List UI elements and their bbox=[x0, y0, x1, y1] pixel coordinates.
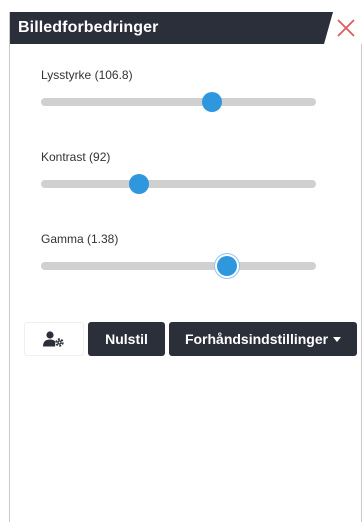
gamma-slider-thumb[interactable] bbox=[216, 256, 237, 276]
brightness-slider[interactable] bbox=[41, 92, 316, 112]
user-gear-icon bbox=[43, 331, 64, 347]
brightness-label: Lysstyrke (106.8) bbox=[41, 68, 133, 82]
close-icon bbox=[337, 19, 355, 37]
panel-header: Billedforbedringer bbox=[10, 12, 362, 44]
contrast-slider-group: Kontrast (92) bbox=[41, 149, 316, 194]
presets-dropdown-button[interactable]: Forhåndsindstillinger bbox=[169, 322, 357, 356]
image-enhancements-panel: Billedforbedringer Lysstyrke (106.8) Kon… bbox=[9, 12, 362, 522]
close-button[interactable] bbox=[324, 12, 362, 44]
contrast-slider[interactable] bbox=[41, 174, 316, 194]
user-settings-button[interactable] bbox=[24, 322, 84, 356]
gamma-slider-group: Gamma (1.38) bbox=[41, 231, 316, 276]
caret-down-icon bbox=[333, 336, 342, 342]
contrast-slider-thumb[interactable] bbox=[128, 174, 149, 194]
reset-button[interactable]: Nulstil bbox=[88, 322, 165, 356]
brightness-slider-thumb[interactable] bbox=[201, 92, 222, 112]
gamma-label: Gamma (1.38) bbox=[41, 232, 119, 246]
brightness-slider-group: Lysstyrke (106.8) bbox=[41, 67, 316, 112]
presets-label: Forhåndsindstillinger bbox=[184, 331, 329, 347]
action-toolbar: Nulstil Forhåndsindstillinger bbox=[24, 322, 359, 356]
contrast-label: Kontrast (92) bbox=[41, 150, 111, 164]
gamma-slider[interactable] bbox=[41, 256, 316, 276]
panel-title: Billedforbedringer bbox=[18, 19, 159, 36]
